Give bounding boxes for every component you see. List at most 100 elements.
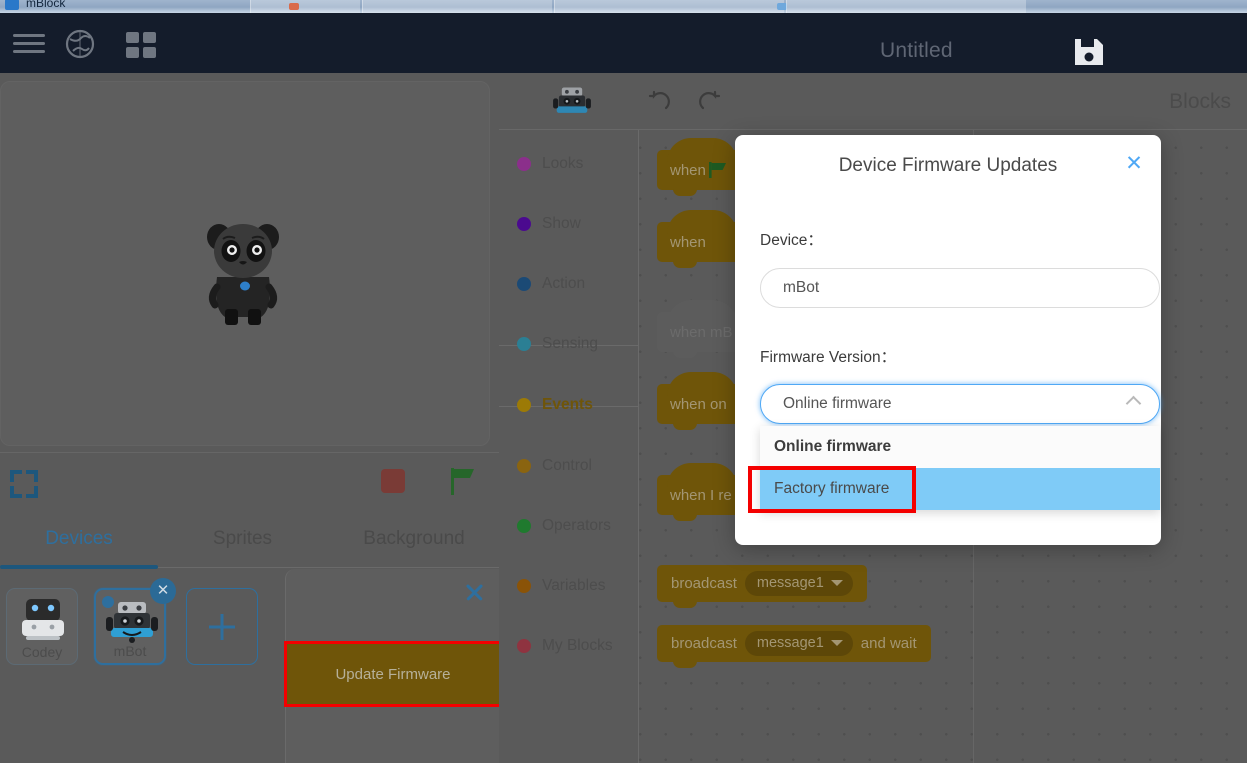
update-firmware-button[interactable]: Update Firmware <box>284 641 502 707</box>
block-text: broadcast <box>671 635 737 652</box>
category-color-dot <box>517 519 531 533</box>
palette-item-control[interactable]: Control <box>499 436 639 496</box>
add-device-button[interactable] <box>186 588 258 665</box>
category-color-dot <box>517 639 531 653</box>
os-taskbar-strip <box>250 0 1247 13</box>
block-text: when mB <box>670 323 733 341</box>
tab-background[interactable]: Background <box>330 528 498 550</box>
devices-panel: Codey ✕ mBot Update Firmware <box>0 569 502 763</box>
device-value: mBot <box>783 279 820 296</box>
os-taskbar-item[interactable] <box>362 0 552 13</box>
dropdown-option-online-firmware[interactable]: Online firmware <box>760 426 1160 468</box>
palette-item-label: Sensing <box>542 335 599 352</box>
block-text: when I re <box>670 486 732 504</box>
grid-apps-icon[interactable] <box>126 32 158 58</box>
redo-icon[interactable] <box>694 87 724 117</box>
category-color-dot <box>517 277 531 291</box>
code-toolbar: Blocks <box>499 73 1247 130</box>
category-color-dot <box>517 217 531 231</box>
device-field-label: Device： <box>760 232 823 249</box>
os-taskbar-item[interactable] <box>554 0 787 13</box>
stop-button[interactable] <box>381 469 405 493</box>
os-taskbar-item[interactable] <box>250 0 360 13</box>
category-color-dot <box>517 579 531 593</box>
block-text: when on <box>670 395 727 413</box>
chevron-up-icon <box>1125 395 1142 412</box>
dropdown-option-label: Online firmware <box>774 438 892 455</box>
palette-item-my-blocks[interactable]: My Blocks <box>499 616 639 676</box>
palette-item-operators[interactable]: Operators <box>499 496 639 556</box>
dialog-title: Device Firmware Updates <box>838 155 1058 176</box>
os-taskbar-dot <box>289 3 299 10</box>
palette-item-action[interactable]: Action <box>499 254 639 314</box>
firmware-side-panel: Update Firmware <box>284 569 502 763</box>
block-broadcast-and-wait[interactable]: broadcast message1 and wait <box>657 625 931 668</box>
stage-area <box>0 73 499 452</box>
palette-item-label: Show <box>542 215 581 232</box>
palette-item-label: Variables <box>542 577 606 594</box>
category-color-dot <box>517 337 531 351</box>
device-card-label: Codey <box>21 644 63 660</box>
palette-item-show[interactable]: Show <box>499 194 639 254</box>
category-color-dot <box>517 157 531 171</box>
stage-canvas[interactable] <box>0 81 490 446</box>
mbot-device-icon[interactable] <box>551 86 593 118</box>
app-root: mBlock Untitled Devices Sprites Backgrou… <box>0 0 1247 763</box>
block-category-palette: Looks Show Action Sensing Events Control <box>499 130 639 763</box>
device-value-field[interactable]: mBot <box>760 268 1160 308</box>
tab-devices[interactable]: Devices <box>0 528 158 550</box>
category-color-dot <box>517 459 531 473</box>
palette-item-label: Looks <box>542 155 584 172</box>
panel-tabs: Devices Sprites Background <box>0 513 499 569</box>
close-x-icon[interactable]: ✕ <box>1123 153 1145 175</box>
panda-sprite[interactable] <box>197 217 289 327</box>
save-floppy-icon[interactable] <box>1072 37 1106 67</box>
palette-item-label: Events <box>542 396 593 413</box>
os-title-bar: mBlock <box>0 0 1247 13</box>
tab-sprites[interactable]: Sprites <box>165 528 320 550</box>
palette-item-events[interactable]: Events <box>499 375 639 435</box>
close-icon[interactable] <box>463 581 485 603</box>
fullscreen-icon[interactable] <box>10 470 38 498</box>
flag-icon <box>708 162 726 178</box>
device-card-codey[interactable]: Codey <box>6 588 78 665</box>
app-header: Untitled <box>0 13 1247 73</box>
block-text: when <box>670 233 706 251</box>
globe-icon[interactable] <box>63 27 97 61</box>
block-broadcast[interactable]: broadcast message1 <box>657 565 867 608</box>
block-message-dropdown[interactable]: message1 <box>744 571 853 596</box>
block-message-dropdown[interactable]: message1 <box>744 631 853 656</box>
palette-item-sensing[interactable]: Sensing <box>499 314 639 374</box>
hamburger-menu-icon[interactable] <box>8 31 50 57</box>
blocks-label: Blocks <box>1169 90 1231 113</box>
os-taskbar-item[interactable] <box>786 0 1026 13</box>
chevron-down-icon <box>830 640 843 646</box>
factory-firmware-highlight <box>748 466 916 513</box>
palette-item-variables[interactable]: Variables <box>499 556 639 616</box>
firmware-version-field-label: Firmware Version： <box>760 349 897 366</box>
block-text: broadcast <box>671 575 737 592</box>
block-text-suffix: and wait <box>860 635 917 652</box>
block-text: when <box>670 161 706 179</box>
green-flag-icon[interactable] <box>450 466 476 496</box>
os-window-title: mBlock <box>26 0 66 10</box>
tab-label: Devices <box>45 528 113 549</box>
device-card-label: mBot <box>113 643 147 659</box>
chevron-down-icon <box>830 580 843 586</box>
firmware-version-value: Online firmware <box>783 395 892 412</box>
dropdown-value: message1 <box>756 575 824 591</box>
palette-item-looks[interactable]: Looks <box>499 134 639 194</box>
os-app-icon <box>5 0 19 10</box>
stage-control-bar <box>0 452 499 512</box>
tab-label: Background <box>363 528 465 549</box>
palette-item-label: Action <box>542 275 586 292</box>
palette-item-label: Control <box>542 457 592 474</box>
firmware-version-select[interactable]: Online firmware <box>760 384 1160 424</box>
device-card-mbot[interactable]: ✕ mBot <box>94 578 176 665</box>
tab-label: Sprites <box>212 528 273 549</box>
undo-icon[interactable] <box>645 87 675 117</box>
document-title[interactable]: Untitled <box>880 39 953 63</box>
category-color-dot <box>517 398 531 412</box>
palette-item-label: My Blocks <box>542 637 613 654</box>
palette-item-label: Operators <box>542 517 611 534</box>
